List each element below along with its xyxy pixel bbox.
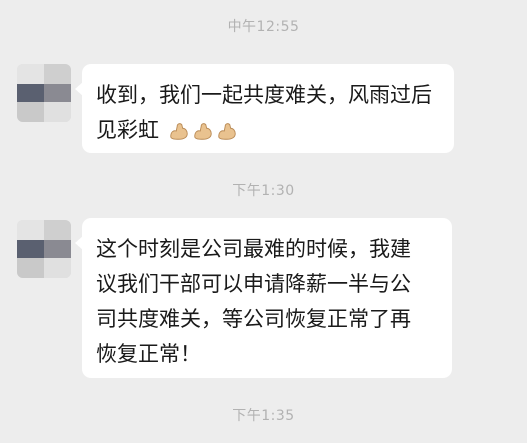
message-line: 司共度难关，等公司恢复正常了再 [96,307,411,331]
flexed-biceps-icon [193,123,212,140]
message-line: 恢复正常！ [96,342,201,366]
timestamp-3: 下午1:35 [232,408,295,424]
message-bubble-2[interactable]: 这个时刻是公司最难的时候，我建 议我们干部可以申请降薪一半与公 司共度难关，等公… [75,218,452,378]
emoji-group [168,120,238,142]
message-line: 见彩虹 [96,118,159,142]
flexed-biceps-icon [217,123,236,140]
avatar[interactable] [17,64,71,122]
message-bubble-1[interactable]: 收到，我们一起共度难关，风雨过后 见彩虹 [75,64,454,153]
avatar[interactable] [17,220,71,278]
timestamp-1: 中午12:55 [227,19,300,35]
timestamp-2: 下午1:30 [232,183,295,199]
message-line-with-emoji: 见彩虹 [96,113,438,148]
message-line: 议我们干部可以申请降薪一半与公 [96,272,411,296]
message-line: 收到，我们一起共度难关，风雨过后 [96,83,432,107]
flexed-biceps-icon [169,123,188,140]
message-line: 这个时刻是公司最难的时候，我建 [96,237,411,261]
